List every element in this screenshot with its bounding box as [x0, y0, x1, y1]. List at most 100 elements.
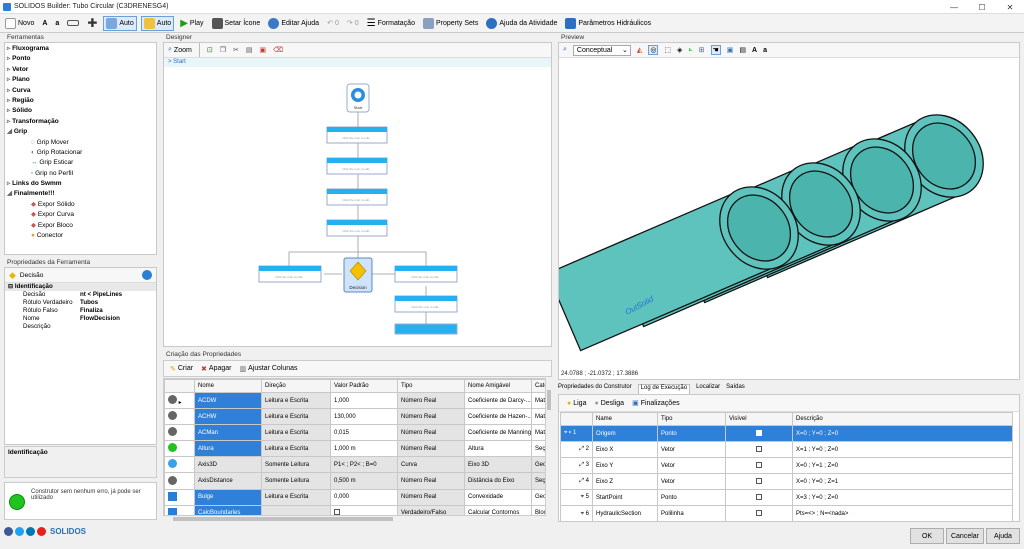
table-row[interactable]: ACHW Leitura e Escrita 130,000 Número Real C… — [164, 408, 545, 426]
table-row[interactable]: CalcBoundaries Verdadeiro/Falso Calcular C… — [164, 504, 545, 515]
col-categoria[interactable]: Cate — [531, 379, 545, 393]
ajuda-atividade-button[interactable]: Ajuda da Atividade — [484, 16, 559, 31]
table-row[interactable]: ⤢ 4 Eixo Z Vetor X=0 ; Y=0 ; Z=1 — [560, 473, 1013, 491]
formatacao-button[interactable]: ☰ Formatação — [365, 16, 417, 31]
font-smaller-button[interactable]: a — [53, 16, 61, 31]
col-direcao[interactable]: Direção — [261, 379, 331, 393]
desliga-button[interactable]: ● Desliga — [594, 400, 624, 407]
tab-propriedades-construtor[interactable]: Propriedades do Construtor — [558, 384, 632, 394]
log-col-descricao[interactable]: Descrição — [792, 412, 1013, 426]
prop-row-rotulo-verdadeiro[interactable]: Rótulo Verdadeiro Tubos — [5, 299, 156, 307]
visible-checkbox[interactable] — [725, 441, 793, 459]
ajuda-button[interactable]: Ajuda — [986, 528, 1020, 544]
youtube-icon[interactable] — [37, 527, 46, 536]
table-row[interactable]: ⌖ 6 HydraulicSection Polilinha Pts=<> ; N=<… — [560, 505, 1013, 521]
font-larger-button[interactable]: A — [40, 16, 49, 31]
prop-row-decisao[interactable]: Decisão nt < PipeLines — [5, 291, 156, 299]
liga-button[interactable]: ● Liga — [567, 400, 586, 407]
maximize-button[interactable]: ☐ — [968, 0, 996, 14]
auto-button-2[interactable]: Auto — [140, 15, 175, 31]
tree-item-grip-perfil[interactable]: ▫ Grip no Perfil — [7, 169, 154, 179]
tree-item-expor-bloco[interactable]: ◆ Expor Bloco — [7, 221, 154, 231]
preview-zoom-icon[interactable]: ⌕ — [563, 46, 567, 54]
flow-node-true-2[interactable]: Click the icon to edit... — [394, 295, 458, 313]
tree-item-regiao[interactable]: ▹ Região — [7, 96, 154, 106]
ajustar-colunas-button[interactable]: ▥ Ajustar Colunas — [240, 365, 298, 373]
ucs-icon[interactable]: ⊞ — [699, 46, 705, 54]
export-icon[interactable]: ▣ — [259, 46, 266, 54]
table-row[interactable]: Bulge Leitura e Escrita 0,000 Número Real Co… — [164, 488, 545, 506]
select-icon[interactable]: ⊡ — [207, 46, 213, 54]
link-icon[interactable] — [142, 270, 152, 280]
tree-item-ponto[interactable]: ▹ Ponto — [7, 54, 154, 64]
tree-item-curva[interactable]: ▹ Curva — [7, 86, 154, 96]
undo-button[interactable]: ↶ 0 — [325, 16, 341, 31]
parametros-hidraulicos-button[interactable]: Parâmetros Hidráulicos — [563, 16, 653, 31]
axes-icon[interactable]: ⟀ — [688, 46, 692, 54]
play-button[interactable]: ▶ Play — [178, 16, 205, 31]
render-icon[interactable]: ◭ — [637, 46, 642, 54]
flow-node-3[interactable]: Click the icon to edit... — [326, 188, 388, 206]
col-tipo[interactable]: Tipo — [397, 379, 465, 393]
tab-localizar[interactable]: Localizar — [696, 384, 720, 394]
visible-checkbox[interactable] — [725, 505, 793, 521]
section-identificacao[interactable]: ⊟ Identificação — [5, 283, 156, 291]
cancelar-button[interactable]: Cancelar — [946, 528, 984, 544]
preview-font-larger[interactable]: A — [752, 47, 757, 54]
tree-item-fluxograma[interactable]: ▹ Fluxograma — [7, 44, 154, 54]
visible-checkbox[interactable] — [725, 489, 793, 507]
log-col-visivel[interactable]: Visível — [725, 412, 793, 426]
linkedin-icon[interactable] — [26, 527, 35, 536]
flow-node-true-3[interactable] — [394, 323, 458, 335]
breadcrumb[interactable]: > Start — [164, 58, 551, 67]
facebook-icon[interactable] — [4, 527, 13, 536]
tree-item-links-swmm[interactable]: ▹ Links do Swmm — [7, 179, 154, 189]
tree-item-grip-mover[interactable]: ◌ Grip Mover — [7, 138, 154, 148]
flow-node-1[interactable]: Click the icon to edit... — [326, 126, 388, 144]
grid-hscrollbar[interactable] — [163, 516, 552, 522]
finalizacoes-button[interactable]: ▣ Finalizações — [632, 399, 680, 408]
table-row[interactable]: Altura Leitura e Escrita 1,000 m Número Rea… — [164, 440, 545, 458]
table-row[interactable]: ⌖ 5 StartPoint Ponto X=3 ; Y=0 ; Z=0 — [560, 489, 1013, 507]
editar-ajuda-button[interactable]: Editar Ajuda — [266, 16, 321, 31]
close-button[interactable]: ✕ — [996, 0, 1024, 14]
table-row[interactable]: ⌖ ▸ 1 Origem Ponto X=0 ; Y=0 ; Z=0 — [560, 424, 1013, 443]
save-image-icon[interactable]: ▣ — [727, 46, 734, 54]
table-row[interactable]: ACMan Leitura e Escrita 0,015 Número Real Co… — [164, 424, 545, 442]
zoom-button[interactable]: ⌕ Zoom — [168, 46, 192, 54]
prop-row-rotulo-falso[interactable]: Rótulo Falso Finaliza — [5, 307, 156, 315]
view-cube-icon[interactable]: ⬚ — [664, 46, 671, 54]
tree-item-expor-solido[interactable]: ◆ Expor Sólido — [7, 200, 154, 210]
visible-checkbox[interactable] — [725, 473, 793, 491]
tree-item-solido[interactable]: ▹ Sólido — [7, 106, 154, 116]
camera-icon[interactable]: ◈ — [677, 46, 682, 54]
redo-button[interactable]: ↷ 0 — [345, 16, 361, 31]
property-sets-button[interactable]: Property Sets — [421, 16, 480, 31]
log-col-name[interactable]: Name — [592, 412, 658, 426]
decision-node[interactable]: Decision — [343, 257, 373, 293]
apagar-button[interactable]: ✖ Apagar — [201, 365, 231, 373]
table-row[interactable]: Axis3D Somente Leitura P1< ; P2< ; B=0 Curv… — [164, 456, 545, 474]
tree-item-conector[interactable]: ● Conector — [7, 231, 154, 241]
table-row[interactable]: ⤢ 2 Eixo X Vetor X=1 ; Y=0 ; Z=0 — [560, 441, 1013, 459]
twitter-icon[interactable] — [15, 527, 24, 536]
criar-button[interactable]: ✎ Criar — [170, 365, 193, 373]
open-folder-icon[interactable]: ▤ — [739, 46, 746, 54]
tab-saidas[interactable]: Saídas — [726, 384, 745, 394]
tree-item-finalmente[interactable]: ◢ Finalmente!!! — [7, 189, 154, 199]
visual-style-select[interactable]: Conceptual ⌄ — [572, 44, 631, 56]
flow-node-false[interactable]: Click the icon to edit... — [258, 265, 322, 283]
setar-icone-button[interactable]: Setar Ícone — [210, 16, 263, 31]
visible-checkbox[interactable] — [725, 457, 793, 475]
col-valor[interactable]: Valor Padrão — [330, 379, 398, 393]
flow-node-true-1[interactable]: Click the icon to edit... — [394, 265, 458, 283]
tab-log-execucao[interactable]: Log de Execução — [637, 384, 691, 394]
tree-item-expor-curva[interactable]: ◆ Expor Curva — [7, 210, 154, 220]
tree-item-grip-rotacionar[interactable]: ◐ Grip Rotacionar — [7, 148, 154, 158]
cut-icon[interactable]: ✂ — [233, 46, 239, 54]
table-row[interactable]: AxisDistance Somente Leitura 0,500 m Número… — [164, 472, 545, 490]
pan-icon[interactable]: ☚ — [710, 45, 721, 55]
prop-row-descricao[interactable]: Descrição — [5, 323, 156, 331]
tree-item-vetor[interactable]: ▹ Vetor — [7, 65, 154, 75]
preview-font-smaller[interactable]: a — [763, 47, 767, 54]
